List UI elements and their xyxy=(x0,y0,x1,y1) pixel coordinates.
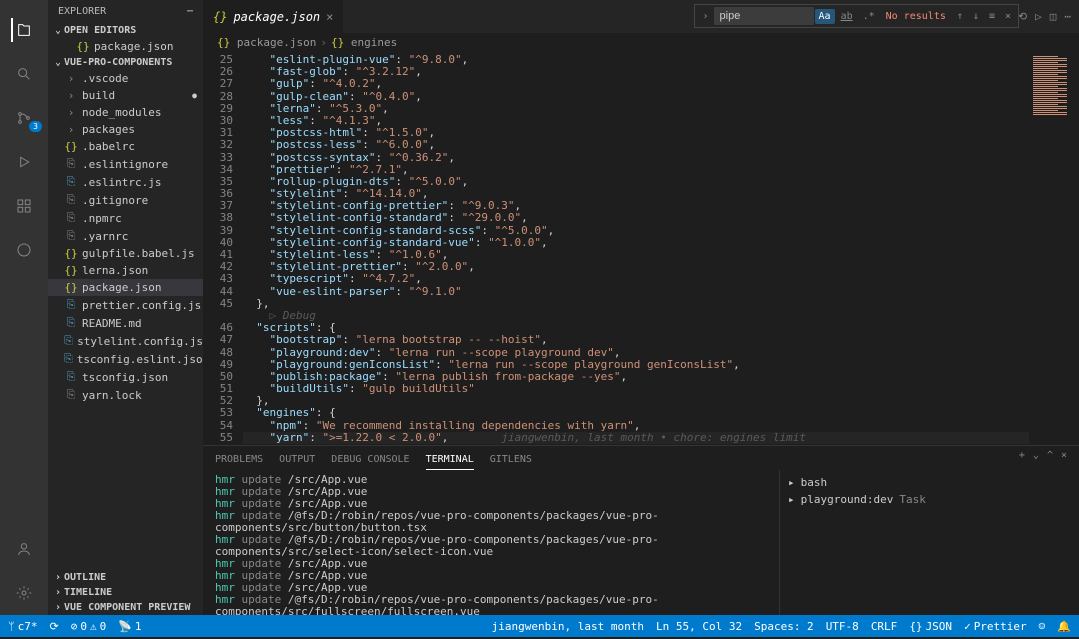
tree-item[interactable]: {}lerna.json xyxy=(48,262,203,279)
code-editor[interactable]: "eslint-plugin-vue": "^9.8.0", "fast-glo… xyxy=(243,52,1029,445)
match-word-button[interactable]: ab xyxy=(837,9,857,24)
close-icon[interactable]: × xyxy=(1001,9,1015,24)
tree-item[interactable]: ⎘.eslintrc.js xyxy=(48,173,203,191)
tree-item[interactable]: ›.vscode xyxy=(48,70,203,87)
sidebar: EXPLORER⋯ ⌄OPEN EDITORS {}package.json ⌄… xyxy=(48,0,203,615)
status-lang[interactable]: {} JSON xyxy=(909,620,952,633)
section-outline[interactable]: ›OUTLINE xyxy=(48,570,203,585)
tree-item[interactable]: ⎘yarn.lock xyxy=(48,386,203,404)
panel-tab[interactable]: TERMINAL xyxy=(426,450,474,470)
panel-tabs: PROBLEMS OUTPUT DEBUG CONSOLE TERMINAL GITLE… xyxy=(203,446,1079,470)
section-timeline[interactable]: ›TIMELINE xyxy=(48,585,203,600)
explorer-icon[interactable] xyxy=(11,18,35,42)
more-icon[interactable]: ⋯ xyxy=(1064,10,1071,23)
terminal-list: ▸bash▸playground:dev Task xyxy=(779,470,1079,615)
tree-item[interactable]: ›packages xyxy=(48,121,203,138)
tree-item[interactable]: ⎘.gitignore xyxy=(48,191,203,209)
tree-item[interactable]: ⎘README.md xyxy=(48,314,203,332)
tab-package-json[interactable]: {}package.json× xyxy=(203,0,344,33)
status-position[interactable]: Ln 55, Col 32 xyxy=(656,620,742,633)
tree-item[interactable]: ⎘tsconfig.json xyxy=(48,368,203,386)
compare-icon[interactable]: ⟲ xyxy=(1018,10,1027,23)
status-encoding[interactable]: UTF-8 xyxy=(826,620,859,633)
status-blame[interactable]: jiangwenbin, last month xyxy=(492,620,644,633)
status-prettier[interactable]: ✓ Prettier xyxy=(964,620,1027,633)
section-open-editors[interactable]: ⌄OPEN EDITORS xyxy=(48,23,203,38)
activity-bar xyxy=(0,0,48,615)
tree-item[interactable]: ⎘.npmrc xyxy=(48,209,203,227)
status-ports[interactable]: 📡 1 xyxy=(118,620,141,633)
maximize-icon[interactable]: ^ xyxy=(1047,450,1053,470)
tree-item[interactable]: ⎘stylelint.config.js xyxy=(48,332,203,350)
dropdown-icon[interactable]: ⌄ xyxy=(1033,450,1039,470)
close-icon[interactable]: × xyxy=(326,10,333,24)
terminal-item[interactable]: ▸playground:dev Task xyxy=(784,491,1075,508)
close-panel-icon[interactable]: × xyxy=(1061,450,1067,470)
open-editor-item[interactable]: {}package.json xyxy=(48,38,203,55)
tree-item[interactable]: ›build● xyxy=(48,87,203,104)
editor-group: {}package.json× ↺ ⟲ ▷ ◫ ⋯ {} package.jso… xyxy=(203,0,1079,615)
run-icon[interactable]: ▷ xyxy=(1035,10,1042,23)
scm-icon[interactable] xyxy=(12,106,36,130)
minimap[interactable] xyxy=(1029,52,1079,445)
tree-item[interactable]: {}.babelrc xyxy=(48,138,203,155)
terminal-item[interactable]: ▸bash xyxy=(784,474,1075,491)
panel-tab[interactable]: OUTPUT xyxy=(279,450,315,470)
debug-icon[interactable] xyxy=(12,150,36,174)
status-feedback-icon[interactable]: ☺ xyxy=(1039,620,1046,633)
tree-item[interactable]: ›node_modules xyxy=(48,104,203,121)
new-terminal-icon[interactable]: + xyxy=(1019,450,1025,470)
section-vue-preview[interactable]: ›VUE COMPONENT PREVIEW xyxy=(48,600,203,615)
search-icon[interactable] xyxy=(12,62,36,86)
tree-item[interactable]: ⎘prettier.config.js xyxy=(48,296,203,314)
find-result: No results xyxy=(886,11,946,22)
match-case-button[interactable]: Aa xyxy=(815,9,835,24)
find-input[interactable] xyxy=(714,7,814,25)
find-selection-icon[interactable]: ≡ xyxy=(985,9,999,24)
terminal[interactable]: hmr update /src/App.vuehmr update /src/A… xyxy=(203,470,779,615)
panel: PROBLEMS OUTPUT DEBUG CONSOLE TERMINAL GITLE… xyxy=(203,445,1079,615)
section-project[interactable]: ⌄VUE-PRO-COMPONENTS xyxy=(48,55,203,70)
status-spaces[interactable]: Spaces: 2 xyxy=(754,620,814,633)
tree-item[interactable]: ⎘tsconfig.eslint.json xyxy=(48,350,203,368)
gutter: 2526272829303132333435363738394041424344… xyxy=(203,52,243,445)
sidebar-title: EXPLORER⋯ xyxy=(48,0,203,23)
more-icon[interactable]: ⋯ xyxy=(187,6,193,17)
split-icon[interactable]: ◫ xyxy=(1050,10,1057,23)
breadcrumb[interactable]: {} package.json›{} engines xyxy=(203,33,1079,52)
panel-tab[interactable]: PROBLEMS xyxy=(215,450,263,470)
regex-button[interactable]: .* xyxy=(859,9,879,24)
tree-item[interactable]: {}package.json xyxy=(48,279,203,296)
find-toggle-icon[interactable]: › xyxy=(698,9,712,24)
tree-item[interactable]: ⎘.yarnrc xyxy=(48,227,203,245)
tree-item[interactable]: {}gulpfile.babel.js xyxy=(48,245,203,262)
find-widget: › Aa ab .* No results ↑ ↓ ≡ × xyxy=(694,4,1019,28)
status-sync[interactable]: ⟳ xyxy=(49,620,58,633)
status-errors[interactable]: ⊘ 0 ⚠ 0 xyxy=(71,620,107,633)
status-bar: ᛘ c7* ⟳ ⊘ 0 ⚠ 0 📡 1 jiangwenbin, last mo… xyxy=(0,615,1079,637)
prev-match-icon[interactable]: ↑ xyxy=(953,9,967,24)
next-match-icon[interactable]: ↓ xyxy=(969,9,983,24)
remote-icon[interactable] xyxy=(12,238,36,262)
panel-tab[interactable]: GITLENS xyxy=(490,450,532,470)
extensions-icon[interactable] xyxy=(12,194,36,218)
status-branch[interactable]: ᛘ c7* xyxy=(8,620,37,633)
account-icon[interactable] xyxy=(12,537,36,561)
settings-icon[interactable] xyxy=(12,581,36,605)
status-eol[interactable]: CRLF xyxy=(871,620,898,633)
status-bell-icon[interactable]: 🔔 xyxy=(1057,620,1071,633)
panel-tab[interactable]: DEBUG CONSOLE xyxy=(331,450,409,470)
tree-item[interactable]: ⎘.eslintignore xyxy=(48,155,203,173)
